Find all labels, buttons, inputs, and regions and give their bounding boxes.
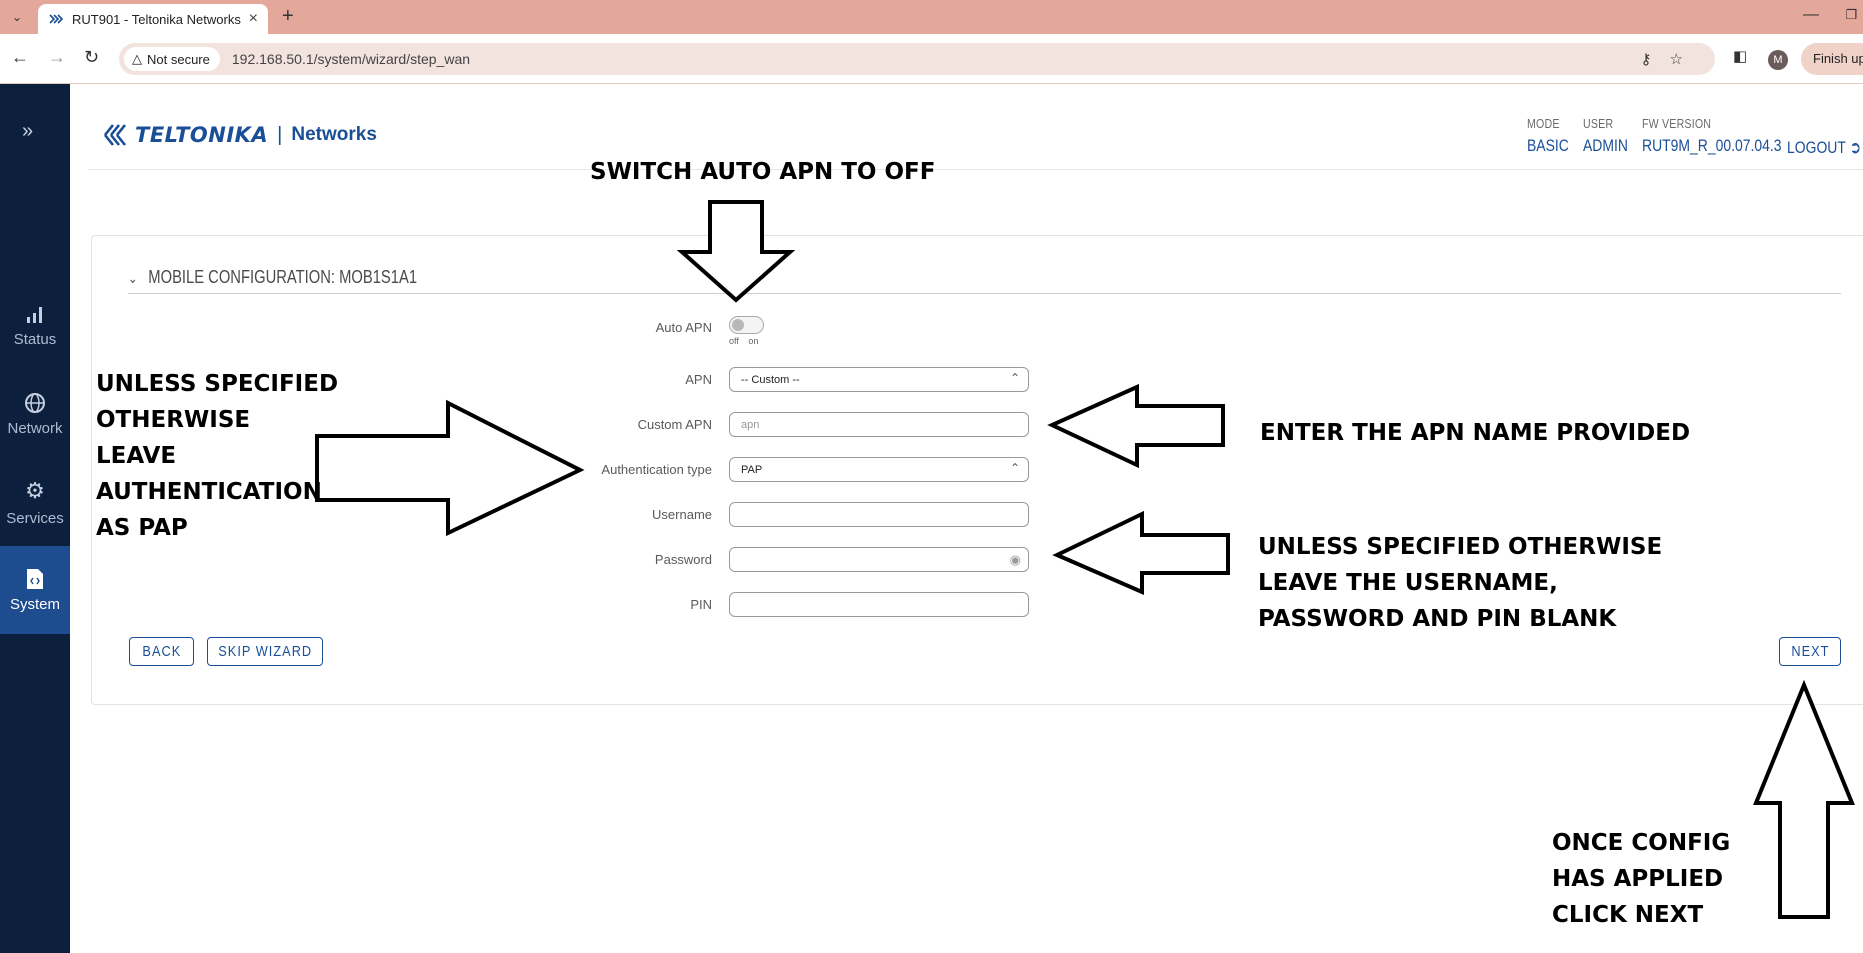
browser-toolbar: ← → ↻ △ Not secure 192.168.50.1/system/w… — [0, 34, 1863, 84]
user-info: USER ADMIN — [1583, 116, 1638, 156]
sidebar-item-label: Services — [6, 509, 64, 527]
username-label: Username — [652, 507, 712, 522]
chevron-up-icon: ⌃ — [1009, 371, 1020, 385]
username-input[interactable] — [729, 502, 1029, 527]
bookmark-star-icon[interactable]: ☆ — [1670, 51, 1701, 68]
apn-selected-value: -- Custom -- — [741, 373, 800, 386]
pin-label: PIN — [690, 597, 712, 612]
back-button-label: BACK — [142, 643, 181, 660]
annotation-authentication: UNLESS SPECIFIED OTHERWISE LEAVE AUTHENT… — [96, 371, 339, 541]
chevron-down-icon: ⌄ — [128, 270, 138, 286]
toggle-knob — [732, 319, 744, 331]
mode-value[interactable]: BASIC — [1527, 136, 1569, 156]
tab-search-button[interactable]: ⌄ — [6, 6, 28, 28]
auth-type-selected-value: PAP — [741, 463, 763, 476]
mode-info: MODE BASIC — [1527, 116, 1578, 156]
sidebar: » Status Network ⚙ Services System — [0, 84, 70, 953]
teltonika-favicon-icon — [49, 14, 64, 24]
reload-icon[interactable]: ↻ — [84, 47, 99, 68]
annotation-click-next: ONCE CONFIG HAS APPLIED CLICK NEXT — [1552, 830, 1731, 928]
forward-arrow-icon[interactable]: → — [48, 47, 66, 68]
brand-suffix: Networks — [291, 124, 377, 145]
apn-select[interactable]: -- Custom -- ⌃ — [729, 367, 1029, 392]
next-button-label: NEXT — [1790, 643, 1830, 660]
code-file-icon — [27, 568, 43, 589]
sidebar-item-label: Network — [7, 419, 63, 437]
pin-input[interactable] — [729, 592, 1029, 617]
custom-apn-label: Custom APN — [637, 417, 712, 432]
back-button[interactable]: BACK — [129, 637, 194, 666]
sidebar-item-label: Status — [13, 330, 57, 348]
brand-separator: | — [277, 123, 283, 146]
next-button[interactable]: NEXT — [1779, 637, 1841, 666]
user-label: USER — [1583, 116, 1614, 131]
user-value[interactable]: ADMIN — [1583, 136, 1628, 156]
annotation-apn-name: ENTER THE APN NAME PROVIDED — [1260, 420, 1691, 446]
brand-name: TELTONIKA — [135, 123, 269, 147]
annotation-switch-auto-apn: SWITCH AUTO APN TO OFF — [590, 159, 936, 185]
chevron-down-icon: ⌄ — [11, 10, 23, 24]
eye-icon[interactable]: ◉ — [1010, 552, 1021, 568]
apn-label: APN — [685, 372, 712, 387]
sidebar-item-services[interactable]: ⚙ Services — [0, 458, 70, 546]
custom-apn-input[interactable]: apn — [729, 412, 1029, 437]
fw-version-value[interactable]: RUT9M_R_00.07.04.3 — [1642, 136, 1781, 156]
warning-triangle-icon: △ — [132, 51, 142, 66]
logout-icon: ➲ — [1849, 138, 1862, 157]
finish-update-button[interactable]: Finish upd — [1801, 43, 1863, 75]
password-key-icon[interactable]: ⚷ — [1641, 51, 1670, 68]
not-secure-label: Not secure — [147, 51, 210, 67]
password-input[interactable]: ◉ — [729, 547, 1029, 572]
password-label: Password — [654, 552, 712, 567]
logout-label: LOGOUT — [1787, 138, 1846, 157]
auto-apn-toggle[interactable] — [729, 316, 764, 334]
auth-type-select[interactable]: PAP ⌃ — [729, 457, 1029, 482]
browser-tab-strip: ⌄ RUT901 - Teltonika Networks × + — ❐ — [0, 0, 1863, 34]
sidebar-item-system[interactable]: System — [0, 546, 70, 634]
chevron-up-icon: ⌃ — [1009, 461, 1020, 475]
gear-icon: ⚙ — [25, 477, 45, 503]
annotation-credentials: UNLESS SPECIFIED OTHERWISE LEAVE THE USE… — [1258, 534, 1663, 632]
back-arrow-icon[interactable]: ← — [11, 47, 29, 68]
teltonika-logo[interactable]: TELTONIKA | Networks — [101, 120, 377, 150]
browser-tab[interactable]: RUT901 - Teltonika Networks × — [38, 4, 268, 34]
sidebar-item-network[interactable]: Network — [0, 370, 70, 458]
section-header[interactable]: ⌄ MOBILE CONFIGURATION: MOB1S1A1 — [128, 267, 417, 288]
up-arrow-annotation — [1753, 679, 1855, 919]
section-divider — [128, 293, 1841, 294]
address-bar[interactable]: △ Not secure 192.168.50.1/system/wizard/… — [119, 43, 1715, 75]
header-divider — [88, 169, 1863, 170]
globe-icon — [25, 392, 45, 413]
minimize-window-icon[interactable]: — — [1803, 6, 1819, 24]
toggle-state-labels: off on — [729, 336, 758, 346]
auth-type-label: Authentication type — [601, 462, 712, 477]
skip-wizard-label: SKIP WIZARD — [218, 643, 312, 660]
restore-window-icon[interactable]: ❐ — [1845, 7, 1857, 23]
tab-title: RUT901 - Teltonika Networks — [72, 11, 241, 27]
site-info-chip[interactable]: △ Not secure — [124, 47, 220, 71]
auto-apn-label: Auto APN — [655, 320, 712, 335]
url-text[interactable]: 192.168.50.1/system/wizard/step_wan — [232, 51, 470, 67]
side-panel-icon[interactable]: ◧ — [1733, 47, 1747, 65]
skip-wizard-button[interactable]: SKIP WIZARD — [207, 637, 323, 666]
fw-version-label: FW VERSION — [1642, 116, 1712, 131]
teltonika-logo-icon — [103, 124, 127, 146]
section-title: MOBILE CONFIGURATION: MOB1S1A1 — [148, 267, 418, 287]
profile-avatar[interactable]: M — [1768, 50, 1788, 70]
expand-sidebar-icon[interactable]: » — [22, 120, 33, 143]
sidebar-item-label: System — [9, 595, 60, 613]
custom-apn-placeholder: apn — [741, 418, 760, 431]
close-tab-icon[interactable]: × — [249, 10, 258, 28]
logout-button[interactable]: LOGOUT ➲ — [1787, 138, 1861, 158]
mode-label: MODE — [1527, 116, 1560, 131]
sidebar-item-status[interactable]: Status — [0, 281, 70, 369]
new-tab-button[interactable]: + — [282, 5, 294, 28]
signal-bars-icon — [27, 306, 42, 323]
toggle-on-label: on — [748, 336, 759, 346]
toggle-off-label: off — [729, 336, 739, 346]
